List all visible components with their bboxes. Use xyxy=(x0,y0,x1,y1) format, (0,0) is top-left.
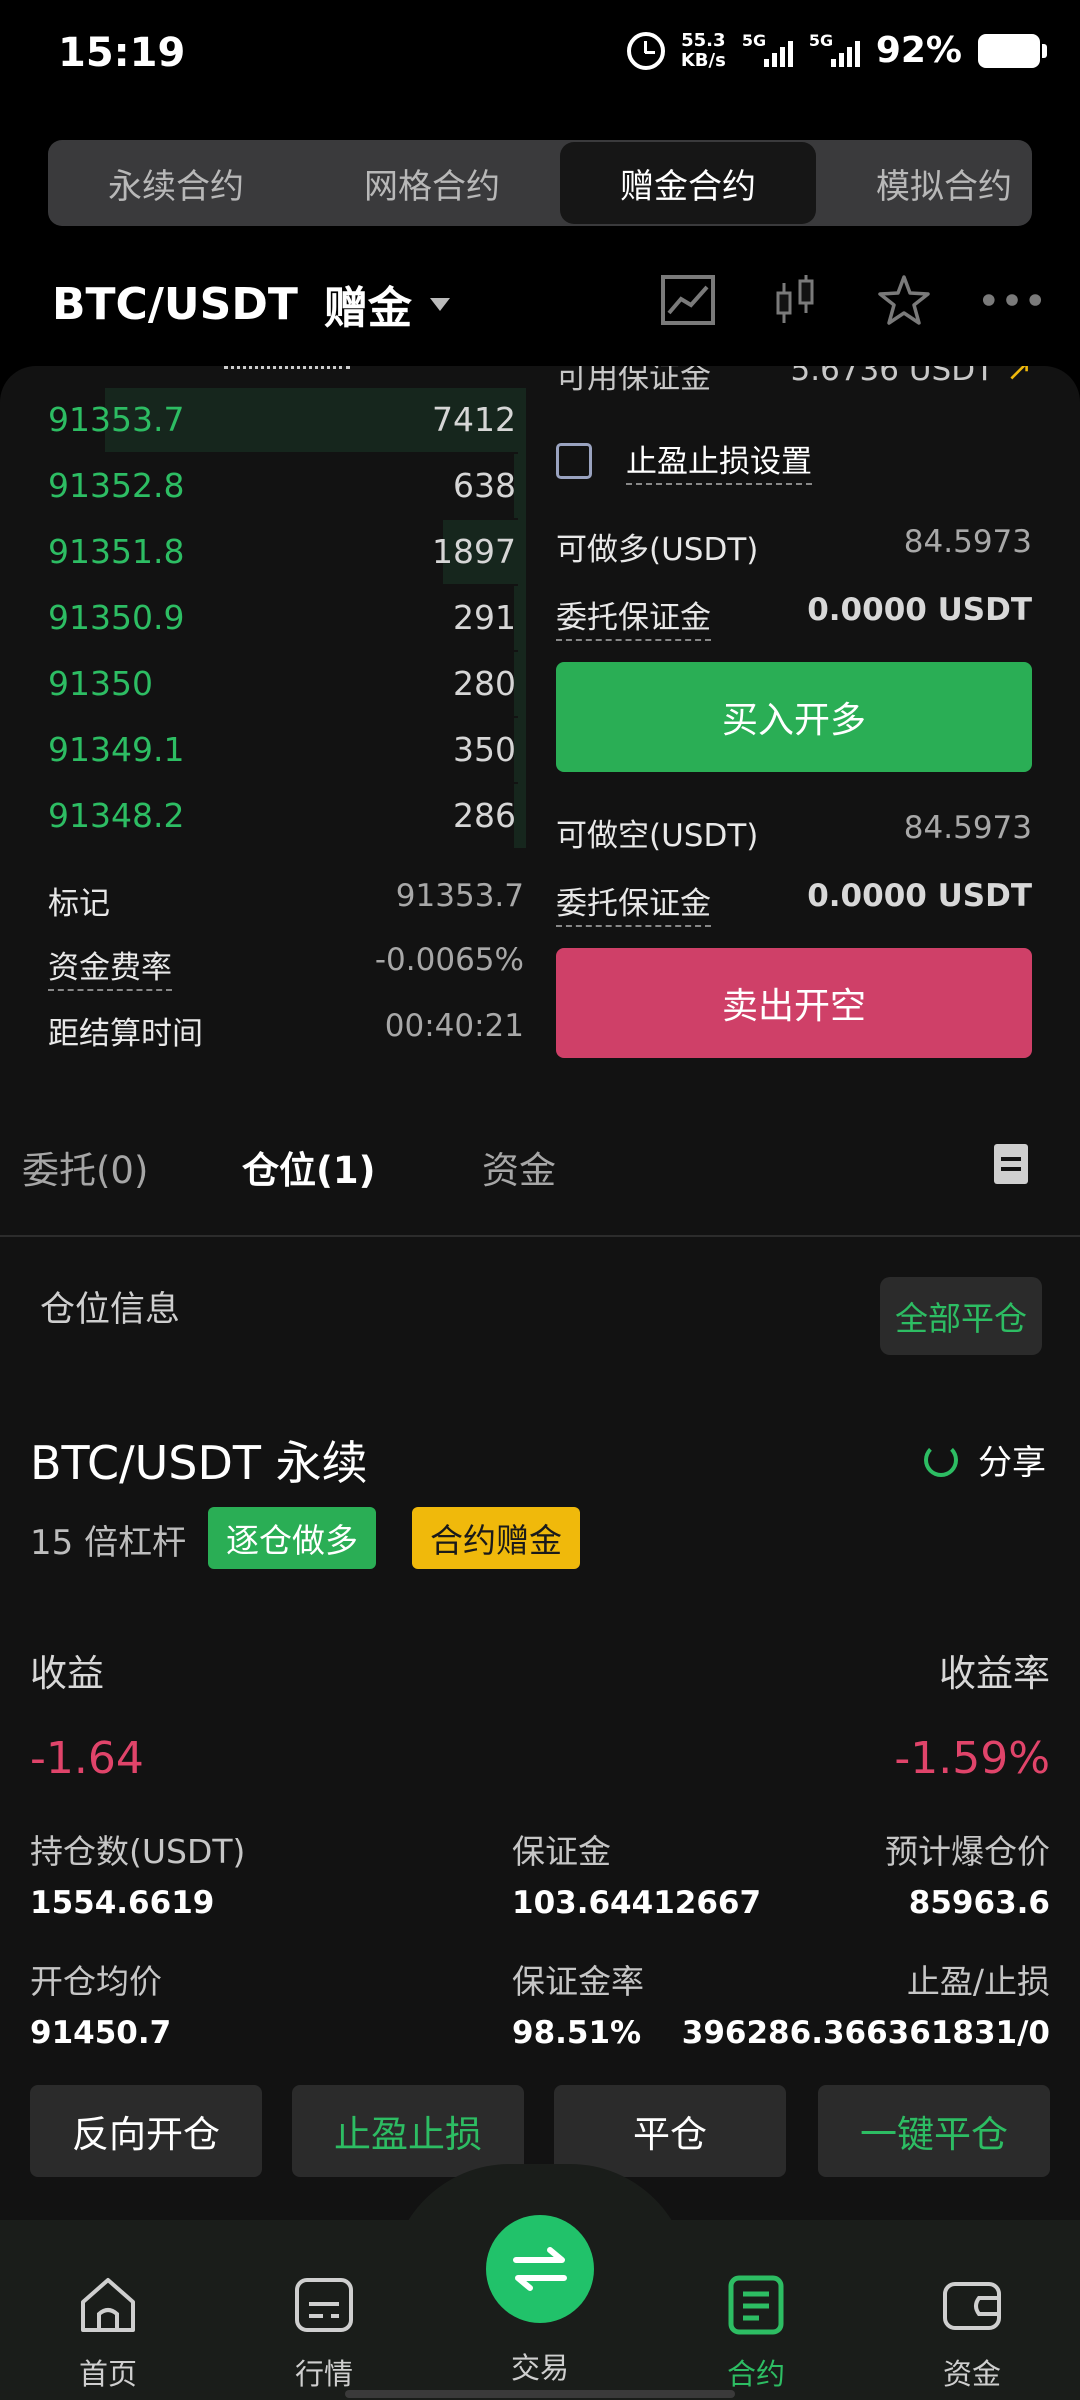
nav-trade[interactable] xyxy=(486,2215,594,2323)
tab-demo[interactable]: 模拟合约 xyxy=(816,140,1032,226)
nav-market[interactable]: 行情 xyxy=(254,2274,394,2393)
status-icons: 55.3 KB/s 5G 5G 92% xyxy=(626,29,1047,71)
chart-line-icon[interactable] xyxy=(658,270,718,330)
tpsl-label: 止盈/止损 xyxy=(906,1962,1050,2001)
size-value: 1554.6619 xyxy=(30,1885,215,1921)
sell-short-button[interactable]: 卖出开空 xyxy=(556,948,1032,1058)
candlestick-icon[interactable] xyxy=(766,270,826,330)
long-margin-row: 委托保证金 0.0000 USDT xyxy=(556,592,1032,641)
pair-selector[interactable]: BTC/USDT 赠金 xyxy=(52,272,450,336)
tab-funds[interactable]: 资金 xyxy=(482,1140,556,1194)
bonus-badge: 合约赠金 xyxy=(412,1507,580,1569)
available-margin-row: 可用保证金 5.6736 USDT ↗ xyxy=(556,366,1032,397)
section-title: 仓位信息 xyxy=(40,1290,181,1330)
nav-home[interactable]: 首页 xyxy=(38,2274,178,2393)
position-section: 仓位信息 全部平仓 BTC/USDT 永续 分享 15 倍杠杆 逐仓做多 合约赠… xyxy=(0,1237,1080,2220)
margin-label: 保证金 xyxy=(512,1832,611,1871)
orderbook-row[interactable]: 91352.8 638 xyxy=(48,454,524,518)
pair-mode: 赠金 xyxy=(323,283,412,334)
pnl-rate-label: 收益率 xyxy=(939,1652,1050,1695)
long-available-row: 可做多(USDT) 84.5973 xyxy=(556,524,1032,568)
short-available-row: 可做空(USDT) 84.5973 xyxy=(556,810,1032,854)
swap-icon xyxy=(513,2247,567,2291)
tab-perpetual[interactable]: 永续合约 xyxy=(48,140,304,226)
funding-rate-row: 资金费率 -0.0065% xyxy=(48,942,524,991)
depth-divider xyxy=(224,366,350,369)
leverage-label: 15 倍杠杆 xyxy=(30,1523,187,1563)
tab-orders[interactable]: 委托(0) xyxy=(22,1140,148,1194)
mark-price-row: 标记 91353.7 xyxy=(48,878,524,922)
liq-price-value: 85963.6 xyxy=(908,1885,1050,1921)
contract-icon xyxy=(728,2275,784,2335)
orderbook-row[interactable]: 91349.1 350 xyxy=(48,718,524,782)
alarm-icon xyxy=(626,31,665,70)
nav-contract[interactable]: 合约 xyxy=(686,2274,826,2393)
tab-positions[interactable]: 仓位(1) xyxy=(242,1140,376,1194)
star-icon[interactable] xyxy=(874,270,934,330)
settlement-time-row: 距结算时间 00:40:21 xyxy=(48,1008,524,1052)
buy-long-button[interactable]: 买入开多 xyxy=(556,662,1032,772)
share-button[interactable]: 分享 xyxy=(924,1435,1046,1484)
header-actions xyxy=(658,270,1042,330)
pair-name: BTC/USDT xyxy=(52,278,298,330)
caret-down-icon xyxy=(429,297,450,311)
position-tabs: 委托(0) 仓位(1) 资金 xyxy=(0,1130,1080,1236)
signal-icon: 5G xyxy=(742,31,793,67)
position-pair: BTC/USDT 永续 xyxy=(30,1436,368,1490)
close-position-button[interactable]: 平仓 xyxy=(554,2085,786,2177)
quick-close-button[interactable]: 一键平仓 xyxy=(818,2085,1050,2177)
tpsl-setting[interactable]: 止盈止损设置 xyxy=(556,436,812,485)
orderbook-row[interactable]: 91353.7 7412 xyxy=(48,388,524,452)
tpsl-value: 396286.366361831/0 xyxy=(681,2015,1050,2051)
pnl-rate-value: -1.59% xyxy=(894,1733,1050,1784)
market-icon xyxy=(295,2278,353,2332)
battery-percent: 92% xyxy=(875,30,962,71)
status-bar: 15:19 55.3 KB/s 5G 5G 92% xyxy=(0,0,1080,118)
wallet-icon xyxy=(943,2282,1001,2330)
signal-icon: 5G xyxy=(809,31,860,67)
tab-grid[interactable]: 网格合约 xyxy=(304,140,560,226)
tpsl-checkbox[interactable] xyxy=(556,442,592,479)
margin-rate-value: 98.51% xyxy=(512,2015,642,2051)
liq-price-label: 预计爆仓价 xyxy=(885,1832,1050,1871)
tab-bonus[interactable]: 赠金合约 xyxy=(560,142,816,224)
margin-mode-badge: 逐仓做多 xyxy=(208,1507,376,1569)
status-time: 15:19 xyxy=(58,30,186,76)
share-icon xyxy=(924,1442,958,1477)
orderbook-row[interactable]: 91348.2 286 xyxy=(48,784,524,848)
home-indicator[interactable] xyxy=(345,2390,735,2398)
reverse-open-button[interactable]: 反向开仓 xyxy=(30,2085,262,2177)
size-label: 持仓数(USDT) xyxy=(30,1832,246,1871)
entry-price-label: 开仓均价 xyxy=(30,1962,162,2001)
margin-value: 103.64412667 xyxy=(512,1885,762,1921)
orderbook-row[interactable]: 91351.8 1897 xyxy=(48,520,524,584)
nav-funds[interactable]: 资金 xyxy=(902,2274,1042,2393)
tpsl-button[interactable]: 止盈止损 xyxy=(292,2085,524,2177)
entry-price-value: 91450.7 xyxy=(30,2015,172,2051)
net-speed: 55.3 KB/s xyxy=(680,29,726,71)
more-icon[interactable] xyxy=(982,270,1042,330)
contract-type-tabs: 永续合约 网格合约 赠金合约 模拟合约 xyxy=(48,140,1032,226)
transfer-arrow-icon[interactable]: ↗ xyxy=(1006,366,1032,388)
close-all-button[interactable]: 全部平仓 xyxy=(880,1277,1042,1355)
orderbook-row[interactable]: 91350.9 291 xyxy=(48,586,524,650)
list-icon[interactable] xyxy=(994,1144,1028,1184)
home-icon xyxy=(81,2278,135,2332)
margin-rate-label: 保证金率 xyxy=(512,1962,644,2001)
nav-trade-label: 交易 xyxy=(510,2351,569,2385)
trade-panel: 91353.7 7412 91352.8 638 91351.8 1897 91… xyxy=(0,366,1080,1236)
short-margin-row: 委托保证金 0.0000 USDT xyxy=(556,878,1032,927)
pnl-label: 收益 xyxy=(30,1652,104,1695)
orderbook-row[interactable]: 91350 280 xyxy=(48,652,524,716)
battery-icon xyxy=(978,33,1047,68)
pnl-value: -1.64 xyxy=(30,1733,144,1784)
funding-rate-label[interactable]: 资金费率 xyxy=(48,942,172,991)
